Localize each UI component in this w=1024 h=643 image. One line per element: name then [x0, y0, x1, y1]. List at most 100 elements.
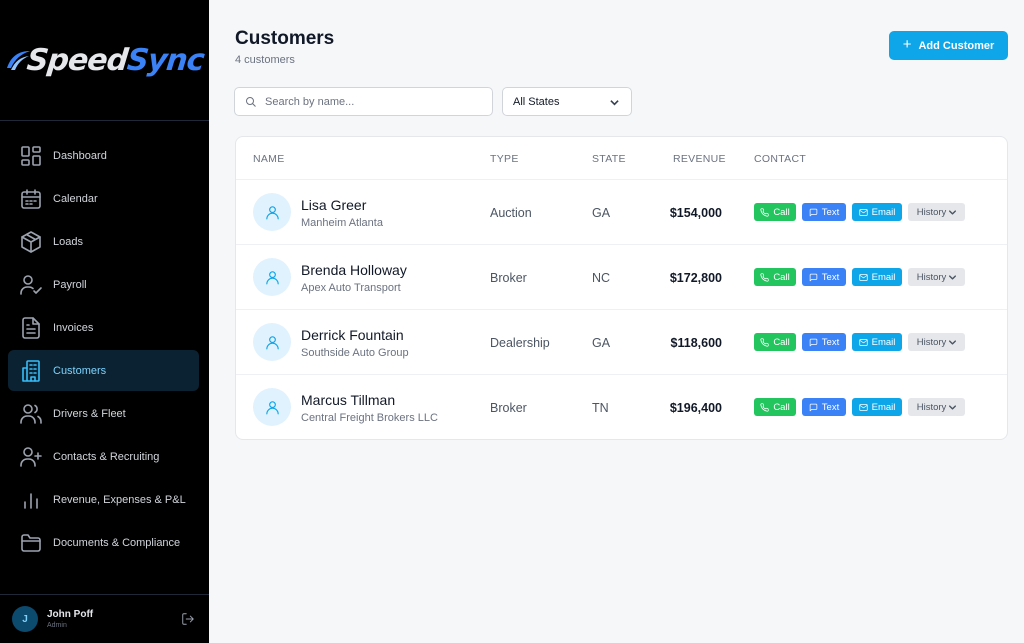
email-button[interactable]: Email: [852, 333, 902, 351]
sidebar: SpeedSync Dashboard Calendar Loads Payro…: [0, 0, 209, 643]
user-icon: [265, 335, 279, 349]
sidebar-item-dashboard[interactable]: Dashboard: [8, 135, 199, 176]
sidebar-item-payroll[interactable]: Payroll: [8, 264, 199, 305]
user-panel: J John Poff Admin: [0, 594, 209, 643]
history-dropdown-button[interactable]: History: [908, 203, 965, 221]
mail-icon: [858, 338, 868, 346]
customer-revenue: $196,400: [669, 401, 722, 415]
table-row[interactable]: Lisa Greer Manheim Atlanta Auction GA $1…: [236, 180, 1007, 245]
contact-actions: Call Text Email History: [754, 398, 971, 416]
chevron-down-icon: [949, 339, 957, 345]
logout-icon[interactable]: [181, 612, 195, 626]
text-button[interactable]: Text: [802, 203, 846, 221]
sidebar-item-label: Payroll: [53, 278, 87, 291]
customer-state: GA: [592, 336, 611, 350]
call-button[interactable]: Call: [754, 398, 796, 416]
brand-name-part1: Speed: [25, 42, 130, 78]
search-input[interactable]: [265, 95, 485, 108]
customer-state: NC: [592, 271, 611, 285]
plus-icon: +: [902, 36, 912, 53]
sidebar-item-documents-compliance[interactable]: Documents & Compliance: [8, 522, 199, 563]
box-icon: [21, 230, 41, 253]
phone-icon: [760, 402, 769, 412]
customer-type: Broker: [490, 271, 527, 285]
user-icon: [265, 205, 279, 219]
table-row[interactable]: Derrick Fountain Southside Auto Group De…: [236, 310, 1007, 375]
table-row[interactable]: Brenda Holloway Apex Auto Transport Brok…: [236, 245, 1007, 310]
sidebar-item-customers[interactable]: Customers: [8, 350, 199, 391]
customer-type: Dealership: [490, 336, 550, 350]
contact-actions: Call Text Email History: [754, 333, 971, 351]
customer-type: Auction: [490, 206, 532, 220]
message-icon: [809, 403, 818, 411]
call-button[interactable]: Call: [754, 268, 796, 286]
customer-state: GA: [592, 206, 611, 220]
brand-name-part2: Sync: [125, 42, 206, 78]
customer-name[interactable]: Brenda Holloway: [301, 262, 407, 278]
sidebar-item-label: Customers: [53, 364, 107, 377]
message-icon: [809, 338, 818, 346]
avatar[interactable]: J: [12, 606, 38, 632]
dashboard-icon: [21, 145, 41, 166]
state-filter-value: All States: [513, 95, 560, 108]
column-header-type: TYPE: [490, 153, 519, 165]
contact-actions: Call Text Email History: [754, 268, 971, 286]
sidebar-item-label: Loads: [53, 235, 83, 248]
phone-icon: [760, 207, 769, 217]
text-button[interactable]: Text: [802, 268, 846, 286]
column-header-revenue: REVENUE: [673, 153, 726, 165]
text-button[interactable]: Text: [802, 333, 846, 351]
chevron-down-icon: [949, 404, 957, 410]
column-header-state: STATE: [592, 153, 626, 165]
call-button[interactable]: Call: [754, 203, 796, 221]
table-row[interactable]: Marcus Tillman Central Freight Brokers L…: [236, 375, 1007, 440]
sidebar-item-label: Dashboard: [53, 149, 107, 162]
message-icon: [809, 208, 818, 216]
customer-name[interactable]: Derrick Fountain: [301, 327, 404, 343]
sidebar-item-label: Drivers & Fleet: [53, 407, 126, 420]
sidebar-item-contacts-recruiting[interactable]: Contacts & Recruiting: [8, 436, 199, 477]
customer-company: Southside Auto Group: [301, 347, 409, 359]
customer-revenue: $172,800: [669, 271, 722, 285]
invoice-icon: [22, 316, 40, 339]
customers-table: NAME TYPE STATE REVENUE CONTACT Lisa Gre…: [235, 136, 1008, 440]
main-content: Customers 4 customers + Add Customer All…: [209, 0, 1024, 643]
building-icon: [22, 359, 40, 382]
add-customer-button[interactable]: + Add Customer: [889, 31, 1008, 60]
customer-revenue: $154,000: [669, 206, 722, 220]
bar-chart-icon: [24, 492, 38, 509]
column-header-name: NAME: [253, 153, 285, 165]
customer-name[interactable]: Lisa Greer: [301, 197, 366, 213]
email-button[interactable]: Email: [852, 398, 902, 416]
chevron-down-icon: [949, 274, 957, 280]
sidebar-item-calendar[interactable]: Calendar: [8, 178, 199, 219]
search-box: [234, 87, 493, 116]
folder-icon: [21, 533, 41, 552]
brand-logo[interactable]: SpeedSync: [0, 0, 209, 121]
customer-avatar: [253, 258, 291, 296]
state-filter-select[interactable]: All States: [502, 87, 632, 116]
chevron-down-icon: [949, 209, 957, 215]
customer-count: 4 customers: [235, 54, 295, 66]
email-button[interactable]: Email: [852, 268, 902, 286]
search-icon: [246, 96, 256, 107]
call-button[interactable]: Call: [754, 333, 796, 351]
sidebar-item-revenue-expenses[interactable]: Revenue, Expenses & P&L: [8, 479, 199, 520]
contact-actions: Call Text Email History: [754, 203, 971, 221]
text-button[interactable]: Text: [802, 398, 846, 416]
customer-name[interactable]: Marcus Tillman: [301, 392, 395, 408]
email-button[interactable]: Email: [852, 203, 902, 221]
sidebar-item-invoices[interactable]: Invoices: [8, 307, 199, 348]
phone-icon: [760, 272, 769, 282]
page-title: Customers: [235, 28, 335, 49]
customer-state: TN: [592, 401, 609, 415]
sidebar-item-label: Invoices: [53, 321, 94, 334]
sidebar-item-drivers-fleet[interactable]: Drivers & Fleet: [8, 393, 199, 434]
history-dropdown-button[interactable]: History: [908, 268, 965, 286]
add-customer-label: Add Customer: [918, 39, 995, 52]
history-dropdown-button[interactable]: History: [908, 398, 965, 416]
history-dropdown-button[interactable]: History: [908, 333, 965, 351]
customer-company: Central Freight Brokers LLC: [301, 412, 438, 424]
sidebar-item-label: Contacts & Recruiting: [53, 450, 160, 463]
sidebar-item-loads[interactable]: Loads: [8, 221, 199, 262]
